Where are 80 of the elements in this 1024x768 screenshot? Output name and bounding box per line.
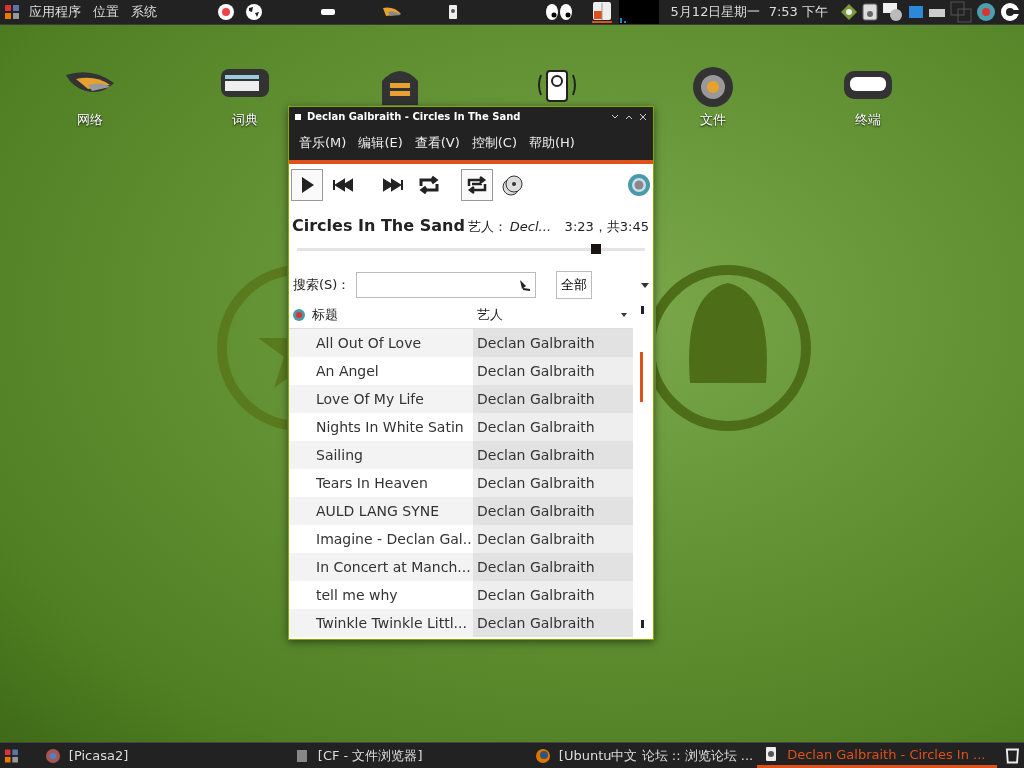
title-cell[interactable]: In Concert at Manch... [289,553,473,581]
artist-cell[interactable]: Declan Galbraith [473,469,633,497]
taskbar-item[interactable]: Declan Galbraith - Circles In ... [757,743,998,768]
menu-item[interactable]: 查看(V) [408,134,466,152]
artist-cell[interactable]: Declan Galbraith [473,329,633,357]
title-cell[interactable]: tell me why [289,581,473,609]
playing-icon [292,308,306,322]
applications-icon[interactable] [4,4,20,20]
applications-icon[interactable] [4,747,19,764]
play-button[interactable] [291,169,323,201]
title-cell[interactable]: Love Of My Life [289,385,473,413]
search-field[interactable] [356,272,537,298]
song-title: Circles In The Sand [292,216,465,235]
menu-item[interactable]: 音乐(M) [293,134,353,152]
column-header[interactable]: 标题 [289,306,473,324]
title-cell[interactable]: Tears In Heaven [289,469,473,497]
trash-icon[interactable] [1005,746,1020,765]
title-cell[interactable]: An Angel [289,357,473,385]
browser-icon [534,747,551,764]
shuffle-button[interactable] [461,169,493,201]
icon-label[interactable]: 终端 [855,111,881,129]
column-title: 标题 [312,306,338,324]
network-graph-icon [618,0,659,24]
dropdown-caret-icon[interactable] [641,282,649,288]
artist-cell[interactable]: Declan Galbraith [473,357,633,385]
music-player-icon[interactable] [448,4,458,20]
taskbar-item[interactable]: [Picasa2] [22,743,260,768]
icon-label[interactable]: 词典 [232,111,258,129]
panel-menu[interactable]: 位置 [90,3,122,21]
artist-label: 艺人： [467,218,507,236]
slider-thumb[interactable] [591,244,602,254]
menu-item[interactable]: 控制(C) [465,134,523,152]
window-menu-icon[interactable] [295,113,301,120]
title-cell[interactable]: Nights In White Satin [289,413,473,441]
app-icon [44,747,61,764]
close-icon[interactable] [639,112,647,121]
panel-menu[interactable]: 系统 [128,3,160,21]
title-cell[interactable]: All Out Of Love [289,329,473,357]
title-cell[interactable]: Sailing [289,441,473,469]
time-display: 3:23，共3:45 [564,218,649,236]
title-cell[interactable]: Imagine - Declan Gal... [289,525,473,553]
artist-cell[interactable]: Declan Galbraith [473,441,633,469]
panel-menu[interactable]: 应用程序 [26,3,84,21]
clear-icon[interactable] [517,278,532,292]
artist-cell[interactable]: Declan Galbraith [473,525,633,553]
launcher-icon[interactable] [320,7,336,17]
taskbar-item[interactable]: [CF - 文件浏览器] [263,743,501,768]
artist-cell[interactable]: Declan Galbraith [473,581,633,609]
cd-icon [500,172,526,198]
record-icon[interactable] [976,2,996,22]
artist-cell[interactable]: Declan Galbraith [473,609,633,637]
artist-cell[interactable]: Declan Galbraith [473,553,633,581]
display-icon[interactable] [908,4,924,20]
launcher-icon[interactable] [382,6,402,18]
column-header[interactable]: 艺人 [473,306,617,324]
globe-icon[interactable] [244,2,264,22]
minimize-icon[interactable] [611,113,619,120]
artist-cell[interactable]: Declan Galbraith [473,385,633,413]
artist-cell[interactable]: Declan Galbraith [473,413,633,441]
speaker-icon[interactable] [862,3,878,21]
eyes-icon[interactable] [544,2,574,22]
maximize-icon[interactable] [625,113,633,120]
chat-bubbles-icon[interactable] [882,2,904,22]
menu-item[interactable]: 编辑(E) [352,134,409,152]
title-cell[interactable]: AULD LANG SYNE [289,497,473,525]
artist-cell[interactable]: Declan Galbraith [473,497,633,525]
search-label: 搜索(S)： [293,276,351,294]
shutdown-icon[interactable] [1000,2,1020,22]
update-icon[interactable] [840,3,858,21]
title-cell[interactable]: Twinkle Twinkle Littl... [289,609,473,637]
artist-name: Decl... [509,219,552,234]
taskbar-item[interactable]: [Ubuntu中文 论坛 :: 浏览论坛 ... [504,743,754,768]
icon-label[interactable]: 网络 [77,111,103,129]
filter-button[interactable]: 全部 [556,271,593,299]
window-title: Declan Galbraith - Circles In The Sand [307,111,522,122]
record-icon[interactable] [627,173,651,197]
clock[interactable]: 5月12日星期一 7:53 下午 [670,3,828,21]
launcher-icon[interactable] [216,2,236,22]
system-monitor-icon[interactable] [590,1,613,23]
menu-item[interactable]: 帮助(H) [523,134,581,152]
